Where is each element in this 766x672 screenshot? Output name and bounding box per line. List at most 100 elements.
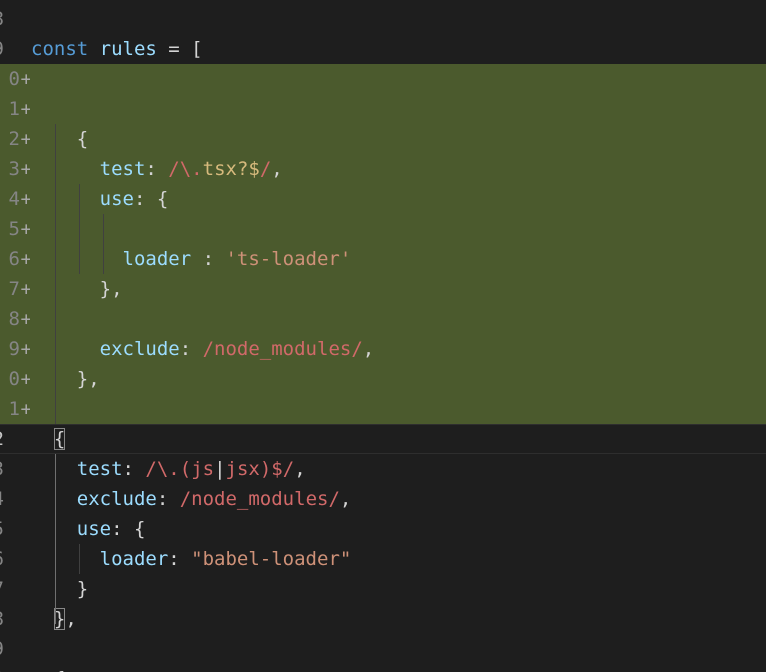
code-token: "babel-loader" xyxy=(191,548,352,570)
code-token: /\.( xyxy=(145,458,192,480)
code-line[interactable]: 9 xyxy=(0,634,766,664)
line-number: 1 xyxy=(8,98,20,120)
code-token: exclude xyxy=(99,338,180,360)
code-token: / xyxy=(259,158,272,180)
code-token: use xyxy=(76,518,112,540)
line-number: 0 xyxy=(0,664,4,672)
added-code-line[interactable]: 2 + { xyxy=(0,124,766,154)
code-line[interactable]: 4 exclude: /node_modules/, xyxy=(0,484,766,514)
code-token: /node_modules/ xyxy=(202,338,363,360)
line-gutter: 7 xyxy=(0,574,30,604)
code-line[interactable]: 5 use: { xyxy=(0,514,766,544)
line-gutter: 0 + xyxy=(0,364,30,394)
diff-added-marker: + xyxy=(20,158,30,180)
line-number: 4 xyxy=(0,484,4,514)
code-token: { xyxy=(53,428,66,450)
line-gutter: 9 xyxy=(0,34,30,64)
code-token: use xyxy=(99,188,134,210)
code-token: , xyxy=(65,608,77,630)
code-token: , xyxy=(271,158,283,180)
line-gutter: 2 xyxy=(0,425,30,453)
code-token: /\. xyxy=(168,158,203,180)
line-gutter: 8 + xyxy=(0,304,30,334)
code-editor[interactable]: 89const rules = [0+1+2+ {3+ test: /\.tsx… xyxy=(0,0,766,672)
added-code-line[interactable]: 8 + xyxy=(0,304,766,334)
code-text: { xyxy=(31,124,88,154)
line-gutter: 9 xyxy=(0,634,30,664)
indent-guide xyxy=(103,214,104,274)
code-token: jsx xyxy=(225,458,260,480)
diff-added-marker: + xyxy=(20,98,30,120)
diff-added-marker: + xyxy=(20,248,30,270)
line-number: 3 xyxy=(0,454,4,484)
line-number: 9 xyxy=(0,634,4,664)
code-text: const rules = [ xyxy=(31,34,203,64)
code-token: test xyxy=(76,458,123,480)
code-line[interactable]: 9 const rules = [ xyxy=(0,34,766,64)
code-token: { xyxy=(31,128,89,150)
code-token: }, xyxy=(31,278,123,300)
code-token: } xyxy=(31,578,89,600)
added-code-line[interactable]: 5 + xyxy=(0,214,766,244)
code-token: test xyxy=(99,158,146,180)
code-line[interactable]: 3 test: /\.(js|jsx)$/, xyxy=(0,454,766,484)
line-number: 0 xyxy=(8,68,20,90)
line-number: 2 xyxy=(0,425,4,453)
line-number: 5 xyxy=(8,218,20,240)
line-gutter: 0 xyxy=(0,664,30,672)
code-token: loader xyxy=(122,248,192,270)
code-line[interactable]: 7 } xyxy=(0,574,766,604)
code-token: | xyxy=(214,458,226,480)
code-line[interactable]: 0 { xyxy=(0,664,766,672)
line-number: 1 xyxy=(8,398,20,420)
code-line[interactable]: 2 { xyxy=(0,424,766,454)
line-gutter: 7 + xyxy=(0,274,30,304)
code-text: exclude: /node_modules/, xyxy=(31,484,352,514)
code-token: loader xyxy=(99,548,169,570)
code-token: /node_modules/ xyxy=(179,488,340,510)
diff-added-marker: + xyxy=(20,188,30,210)
added-code-line[interactable]: 1 + xyxy=(0,394,766,424)
added-code-line[interactable]: 6 + loader : 'ts-loader' xyxy=(0,244,766,274)
code-line[interactable]: 8 }, xyxy=(0,604,766,634)
added-code-line[interactable]: 1 + xyxy=(0,94,766,124)
code-token: : xyxy=(122,458,146,480)
code-text: }, xyxy=(31,364,100,394)
line-gutter: 6 xyxy=(0,544,30,574)
code-line[interactable]: 8 xyxy=(0,4,766,34)
line-gutter: 3 xyxy=(0,454,30,484)
line-gutter: 1 + xyxy=(0,394,30,424)
added-code-line[interactable]: 0 + }, xyxy=(0,364,766,394)
code-token: { xyxy=(31,668,65,672)
added-code-line[interactable]: 7 + }, xyxy=(0,274,766,304)
line-number: 5 xyxy=(0,514,4,544)
line-gutter: 5 xyxy=(0,514,30,544)
code-text: use: { xyxy=(31,514,146,544)
line-number: 8 xyxy=(0,4,4,34)
line-number: 6 xyxy=(0,544,4,574)
code-line[interactable]: 6 loader: "babel-loader" xyxy=(0,544,766,574)
line-gutter: 8 xyxy=(0,604,30,634)
code-token: , xyxy=(294,458,306,480)
code-token: 'ts-loader' xyxy=(225,248,352,270)
diff-added-marker: + xyxy=(20,68,30,90)
code-token: : xyxy=(168,548,192,570)
line-gutter: 1 + xyxy=(0,94,30,124)
code-token: const xyxy=(31,38,89,60)
code-token: : xyxy=(156,488,180,510)
added-code-line[interactable]: 0 + xyxy=(0,64,766,94)
added-code-line[interactable]: 4 + use: { xyxy=(0,184,766,214)
diff-added-marker: + xyxy=(20,128,30,150)
added-code-line[interactable]: 9 + exclude: /node_modules/, xyxy=(0,334,766,364)
code-text: test: /\.(js|jsx)$/, xyxy=(31,454,306,484)
code-token: js xyxy=(191,458,215,480)
added-code-line[interactable]: 3 + test: /\.tsx?$/, xyxy=(0,154,766,184)
indent-guide xyxy=(55,454,56,624)
